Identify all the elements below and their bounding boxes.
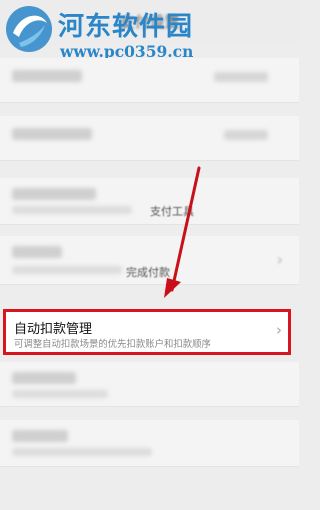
row-fragment: 支付工具 bbox=[150, 205, 194, 218]
blurred-label bbox=[12, 188, 96, 200]
row-fragment: 完成付款 bbox=[126, 266, 170, 279]
blurred-label bbox=[12, 128, 92, 140]
auto-debit-title: 自动扣款管理 bbox=[14, 322, 93, 337]
auto-debit-management-row[interactable]: 自动扣款管理 可调整自动扣款场景的优先扣款账户和扣款顺序 › bbox=[3, 309, 291, 355]
blurred-label bbox=[12, 246, 62, 258]
blurred-label bbox=[12, 372, 76, 384]
watermark-name: 河东软件园 bbox=[58, 12, 194, 42]
blurred-sub bbox=[12, 206, 132, 214]
auto-debit-subtitle: 可调整自动扣款场景的优先扣款账户和扣款顺序 bbox=[14, 339, 211, 350]
chevron-right-icon: › bbox=[276, 321, 282, 339]
blurred-value bbox=[224, 130, 268, 140]
blurred-sub bbox=[12, 390, 108, 398]
blurred-label bbox=[12, 430, 68, 442]
settings-row-3[interactable]: 支付工具 bbox=[0, 178, 299, 225]
watermark-logo-icon bbox=[6, 6, 52, 52]
blurred-sub bbox=[12, 448, 152, 456]
blurred-label bbox=[12, 70, 82, 82]
blurred-value bbox=[214, 72, 268, 82]
settings-row-7[interactable] bbox=[0, 420, 299, 467]
chevron-right-icon: › bbox=[276, 250, 283, 269]
settings-row-6[interactable] bbox=[0, 362, 299, 407]
settings-row-1[interactable] bbox=[0, 58, 299, 103]
settings-row-4[interactable]: 完成付款 › bbox=[0, 236, 299, 285]
blurred-sub bbox=[12, 266, 122, 274]
settings-row-2[interactable] bbox=[0, 116, 299, 161]
